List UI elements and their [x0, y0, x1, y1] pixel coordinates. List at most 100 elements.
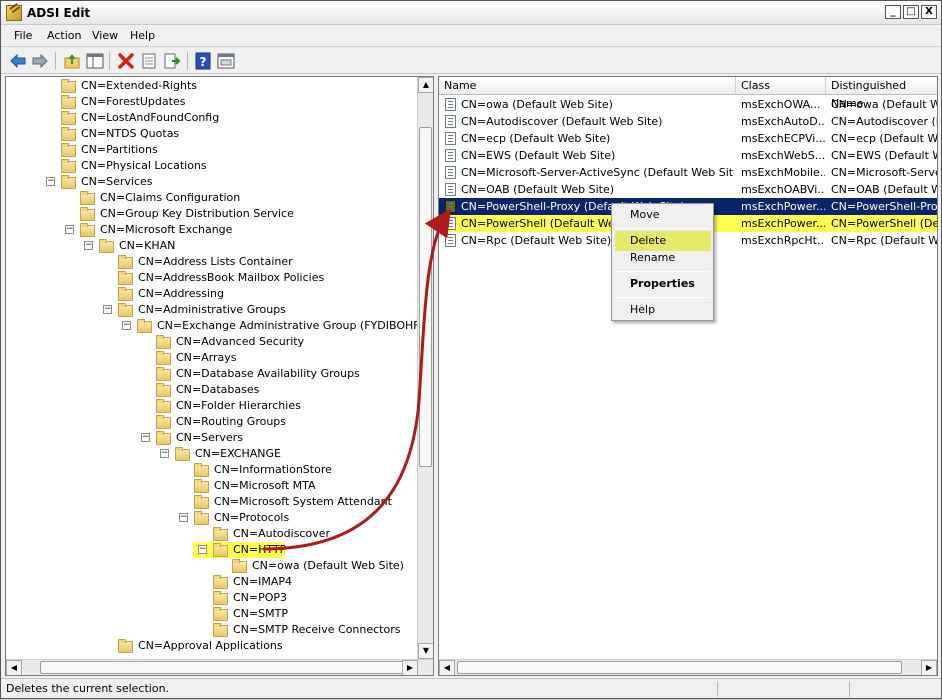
tree-node[interactable]: − CN=Servers	[6, 430, 416, 446]
menu-help[interactable]: Help	[130, 29, 155, 42]
tree-node[interactable]: CN=Microsoft MTA	[6, 478, 416, 494]
tree-vertical-scroll-thumb[interactable]	[419, 127, 432, 467]
collapse-toggle-icon[interactable]: −	[103, 305, 112, 314]
tree-node[interactable]: − CN=EXCHANGE	[6, 446, 416, 462]
tree-node[interactable]: CN=POP3	[6, 590, 416, 606]
list-pane[interactable]: Name Class Distinguished Name CN=owa (De…	[438, 76, 938, 676]
list-item[interactable]: CN=owa (Default Web Site) msExchOWA... CN=…	[439, 96, 937, 113]
tree-node[interactable]: CN=NTDS Quotas	[6, 126, 416, 142]
tree-pane[interactable]: CN=Extended-Rights CN=ForestUpdates CN=Los…	[5, 76, 434, 676]
menu-view[interactable]: View	[92, 29, 118, 42]
folder-icon	[61, 175, 76, 189]
maximize-button[interactable]: □	[903, 5, 919, 19]
tree-node[interactable]: CN=AddressBook Mailbox Policies	[6, 270, 416, 286]
list-scroll-left-arrow-icon[interactable]: ◀	[439, 660, 455, 675]
list-scroll-right-arrow-icon[interactable]: ▶	[921, 660, 937, 675]
tree-node[interactable]: CN=LostAndFoundConfig	[6, 110, 416, 126]
tree-node[interactable]: CN=SMTP Receive Connectors	[6, 622, 416, 638]
tree-horizontal-scroll-thumb[interactable]	[40, 661, 404, 674]
tree-node[interactable]: − CN=HTTP	[193, 542, 286, 558]
tree-node[interactable]: − CN=Exchange Administrative Group (FYDIB…	[6, 318, 433, 334]
tree-node[interactable]: − CN=Administrative Groups	[6, 302, 416, 318]
tree-node[interactable]: CN=InformationStore	[6, 462, 416, 478]
tree-node[interactable]: − CN=Microsoft Exchange	[6, 222, 416, 238]
list-horizontal-scroll-thumb[interactable]	[457, 661, 902, 674]
tree-node[interactable]: CN=Approval Applications	[6, 638, 416, 654]
tree-node-label: CN=SMTP Receive Connectors	[233, 623, 401, 636]
scroll-right-arrow-icon[interactable]: ▶	[402, 660, 418, 675]
list-item[interactable]: CN=ecp (Default Web Site) msExchECPVi... C…	[439, 130, 937, 147]
collapse-toggle-icon[interactable]: −	[179, 513, 188, 522]
collapse-toggle-icon[interactable]: −	[122, 321, 131, 330]
tree-node-label: CN=Database Availability Groups	[176, 367, 360, 380]
list-item[interactable]: CN=EWS (Default Web Site) msExchWebS... CN…	[439, 147, 937, 164]
export-list-icon[interactable]	[163, 52, 181, 70]
list-item[interactable]: CN=OAB (Default Web Site) msExchOABVi... C…	[439, 181, 937, 198]
tree-node[interactable]: CN=Arrays	[6, 350, 416, 366]
collapse-toggle-icon[interactable]: −	[141, 433, 150, 442]
tree-node[interactable]: CN=IMAP4	[6, 574, 416, 590]
column-header-name[interactable]: Name	[439, 77, 736, 95]
menu-file[interactable]: File	[14, 29, 32, 42]
back-arrow-icon[interactable]	[9, 52, 27, 70]
list-item[interactable]: CN=Microsoft-Server-ActiveSync (Default …	[439, 164, 937, 181]
tree-node[interactable]: CN=Routing Groups	[6, 414, 416, 430]
toolbar: ?	[1, 48, 941, 74]
collapse-toggle-icon[interactable]: −	[198, 545, 207, 554]
properties-icon[interactable]	[140, 52, 158, 70]
tree-vertical-scrollbar[interactable]: ▲ ▼	[417, 77, 433, 659]
console-icon[interactable]	[217, 52, 235, 70]
tree-node[interactable]: CN=Microsoft System Attendant	[6, 494, 416, 510]
folder-icon	[156, 415, 171, 429]
tree-node[interactable]: CN=Addressing	[6, 286, 416, 302]
close-button[interactable]: X	[921, 5, 937, 19]
tree-node[interactable]: CN=Database Availability Groups	[6, 366, 416, 382]
context-menu-help[interactable]: Help	[615, 300, 711, 320]
tree-node[interactable]: CN=Advanced Security	[6, 334, 416, 350]
context-menu-move[interactable]: Move	[615, 205, 711, 225]
folder-icon	[118, 287, 133, 301]
title-bar[interactable]: ADSI Edit _ □ X	[1, 1, 941, 25]
forward-arrow-icon[interactable]	[31, 52, 49, 70]
help-icon[interactable]: ?	[194, 52, 212, 70]
folder-icon	[194, 511, 209, 525]
tree-node[interactable]: CN=Extended-Rights	[6, 78, 416, 94]
tree-node[interactable]: CN=Claims Configuration	[6, 190, 416, 206]
tree-node[interactable]: CN=Autodiscover	[6, 526, 416, 542]
list-item[interactable]: CN=Autodiscover (Default Web Site) msExch…	[439, 113, 937, 130]
tree-node[interactable]: CN=Folder Hierarchies	[6, 398, 416, 414]
delete-icon[interactable]	[117, 52, 135, 70]
column-header-class[interactable]: Class	[736, 77, 826, 95]
tree-node[interactable]: CN=Group Key Distribution Service	[6, 206, 416, 222]
menu-action[interactable]: Action	[47, 29, 81, 42]
scroll-left-arrow-icon[interactable]: ◀	[6, 660, 22, 675]
show-hide-tree-icon[interactable]	[86, 52, 104, 70]
collapse-toggle-icon[interactable]: −	[160, 449, 169, 458]
collapse-toggle-icon[interactable]: −	[84, 241, 93, 250]
tree-node[interactable]: CN=Databases	[6, 382, 416, 398]
context-menu-rename[interactable]: Rename	[615, 248, 711, 268]
tree-node[interactable]: CN=owa (Default Web Site)	[6, 558, 416, 574]
folder-icon	[175, 447, 190, 461]
tree-node[interactable]: CN=Partitions	[6, 142, 416, 158]
minimize-button[interactable]: _	[885, 5, 901, 19]
tree-node[interactable]: CN=ForestUpdates	[6, 94, 416, 110]
up-folder-icon[interactable]	[63, 52, 81, 70]
list-horizontal-scrollbar[interactable]: ◀ ▶	[439, 659, 937, 675]
column-header-distinguished-name[interactable]: Distinguished Name	[826, 77, 937, 110]
scroll-down-arrow-icon[interactable]: ▼	[418, 643, 433, 659]
tree-node[interactable]: CN=Address Lists Container	[6, 254, 416, 270]
tree-node[interactable]: − CN=Protocols	[6, 510, 416, 526]
list-item-distinguished-name: CN=EWS (Default Web	[831, 149, 937, 162]
collapse-toggle-icon[interactable]: −	[65, 225, 74, 234]
tree-node[interactable]: CN=Physical Locations	[6, 158, 416, 174]
context-menu-properties[interactable]: Properties	[615, 274, 711, 294]
folder-icon	[156, 383, 171, 397]
scroll-up-arrow-icon[interactable]: ▲	[418, 77, 433, 93]
tree-node[interactable]: − CN=Services	[6, 174, 416, 190]
tree-node[interactable]: CN=SMTP	[6, 606, 416, 622]
tree-horizontal-scrollbar[interactable]: ◀ ▶	[6, 659, 433, 675]
tree-node[interactable]: − CN=KHAN	[6, 238, 416, 254]
tree-node-label: CN=LostAndFoundConfig	[81, 111, 220, 124]
collapse-toggle-icon[interactable]: −	[46, 177, 55, 186]
